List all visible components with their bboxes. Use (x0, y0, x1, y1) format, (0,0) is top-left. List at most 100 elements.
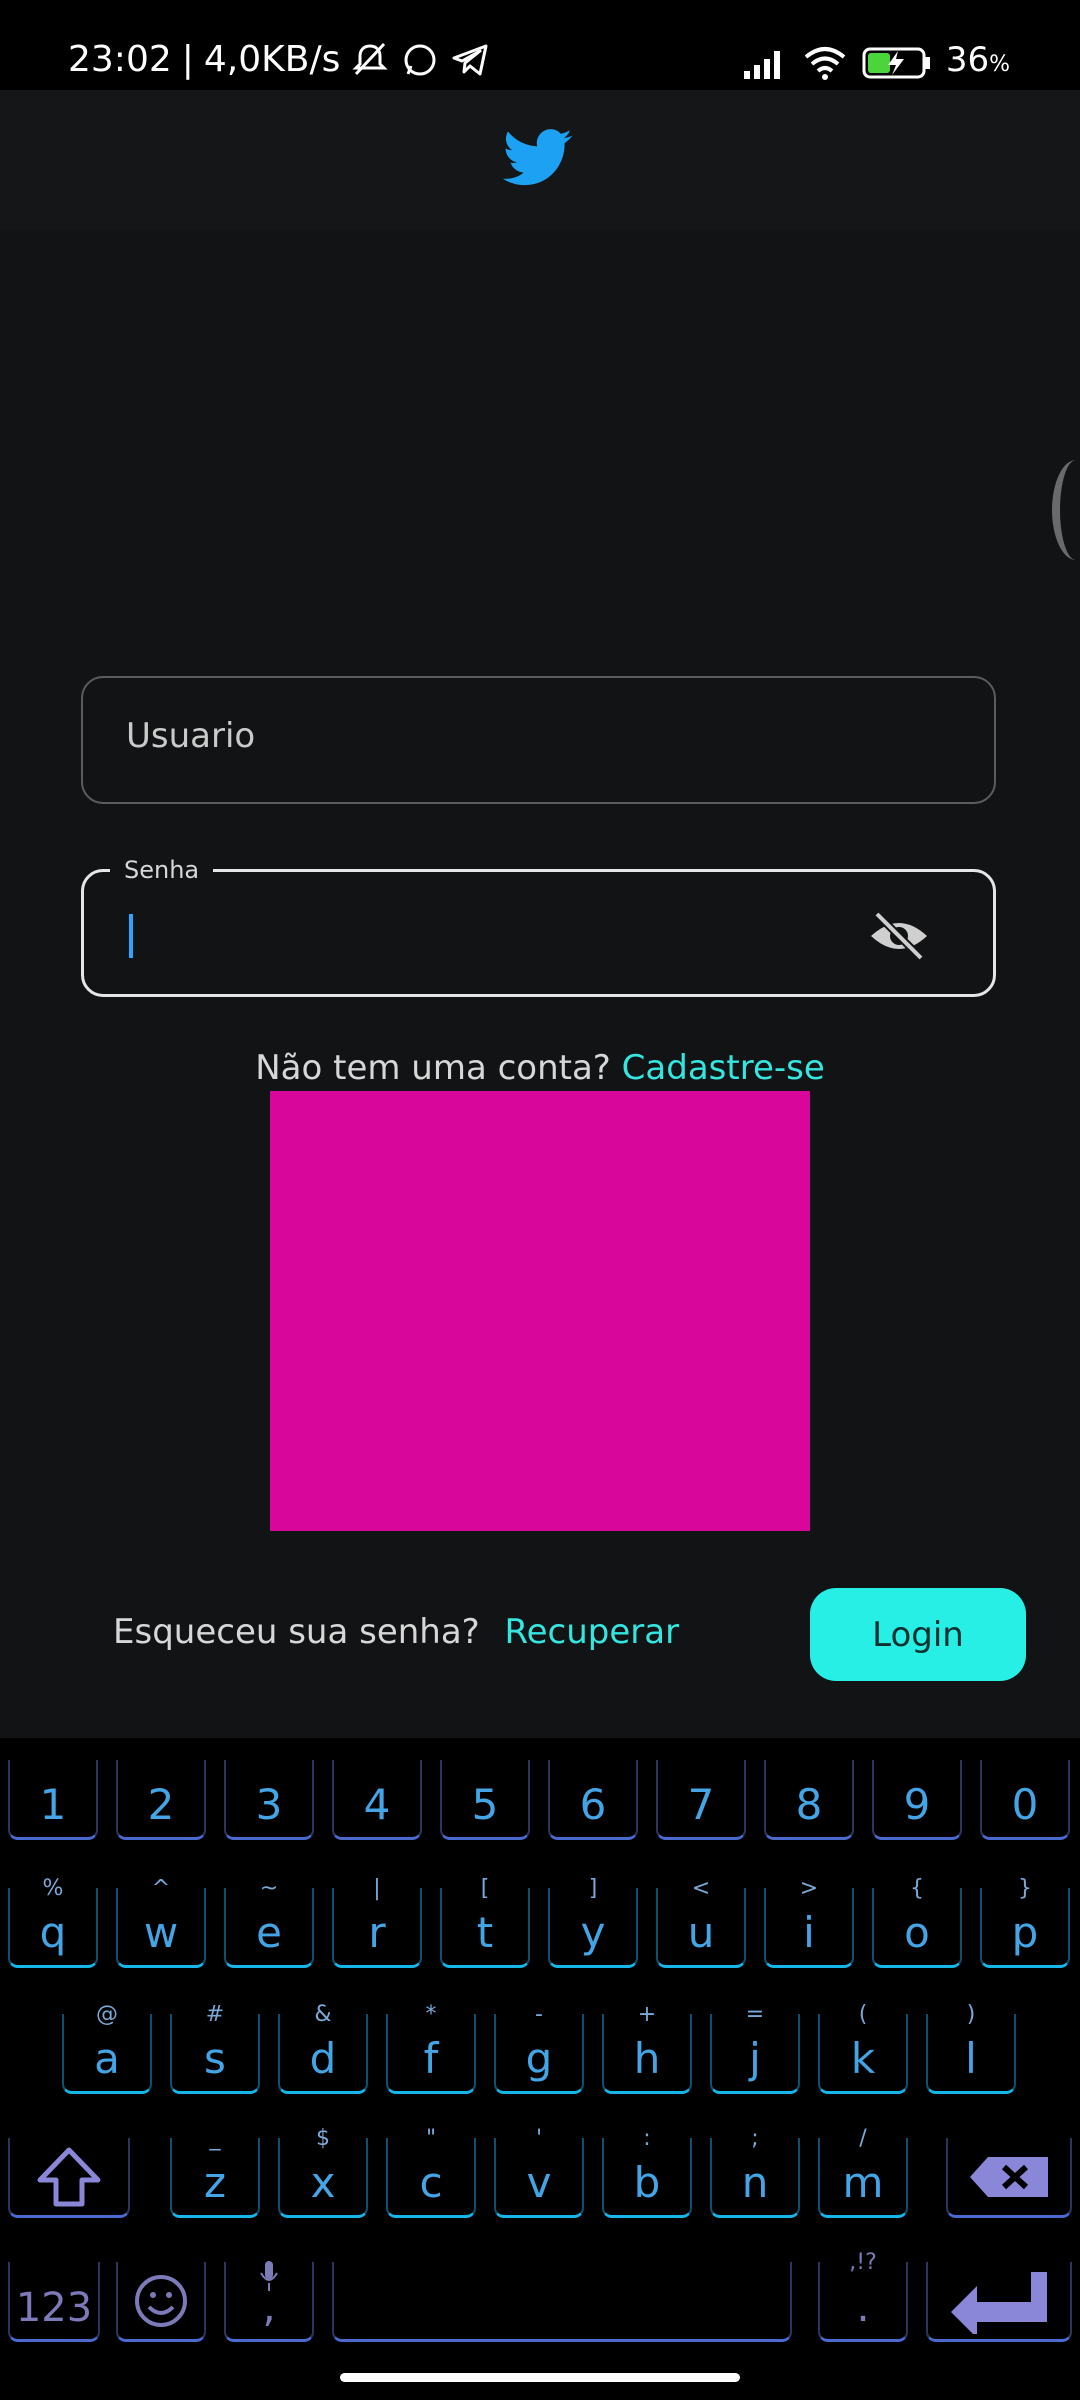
key-2[interactable]: 2 (116, 1760, 206, 1840)
key-3[interactable]: 3 (224, 1760, 314, 1840)
username-field[interactable]: Usuario (81, 676, 996, 804)
key-label: x (310, 2158, 336, 2207)
key-p[interactable]: } p (980, 1876, 1070, 1968)
key-label: w (143, 1908, 179, 1957)
username-placeholder: Usuario (126, 716, 256, 756)
enter-key[interactable] (926, 2262, 1072, 2342)
period-key[interactable]: ,!? . (818, 2250, 908, 2342)
key-8[interactable]: 8 (764, 1760, 854, 1840)
key-label: n (741, 2158, 769, 2207)
backspace-key[interactable] (946, 2138, 1072, 2218)
wifi-icon (804, 46, 846, 80)
key-sub: " (425, 2126, 437, 2151)
key-h[interactable]: + h (602, 2002, 692, 2094)
key-6[interactable]: 6 (548, 1760, 638, 1840)
symbols-key[interactable]: 123 (8, 2262, 100, 2342)
login-button[interactable]: Login (810, 1588, 1026, 1681)
key-label: f (423, 2034, 439, 2083)
eye-off-icon[interactable] (867, 910, 931, 962)
key-label: 5 (471, 1780, 499, 1829)
password-label: Senha (110, 856, 214, 884)
key-e[interactable]: ~ e (224, 1876, 314, 1968)
key-x[interactable]: $ x (278, 2126, 368, 2218)
key-label: 9 (903, 1780, 931, 1829)
key-5[interactable]: 5 (440, 1760, 530, 1840)
key-u[interactable]: < u (656, 1876, 746, 1968)
key-label: o (904, 1908, 930, 1957)
key-o[interactable]: {o (872, 1876, 962, 1968)
key-j[interactable]: = j (710, 2002, 800, 2094)
key-w[interactable]: ^ w (116, 1876, 206, 1968)
key-c[interactable]: " c (386, 2126, 476, 2218)
key-4[interactable]: 4 (332, 1760, 422, 1840)
signup-prompt: Não tem uma conta? (255, 1048, 611, 1088)
key-label: t (476, 1908, 494, 1957)
enter-icon (951, 2271, 1047, 2334)
text-cursor (129, 914, 133, 958)
key-7[interactable]: 7 (656, 1760, 746, 1840)
key-s[interactable]: # s (170, 2002, 260, 2094)
key-9[interactable]: 9 (872, 1760, 962, 1840)
key-sub: = (745, 2002, 765, 2027)
key-label: 3 (255, 1780, 283, 1829)
key-f[interactable]: * f (386, 2002, 476, 2094)
key-sub: [ (480, 1876, 490, 1901)
key-m[interactable]: / m (818, 2126, 908, 2218)
key-sub: * (425, 2002, 437, 2027)
key-r[interactable]: | r (332, 1876, 422, 1968)
key-sub: ] (588, 1876, 598, 1901)
key-sub: @ (96, 2002, 118, 2027)
edge-gesture-handle[interactable] (1052, 460, 1080, 560)
key-label: 0 (1011, 1780, 1039, 1829)
key-l[interactable]: ) l (926, 2002, 1016, 2094)
key-b[interactable]: :b (602, 2126, 692, 2218)
telegram-icon (452, 44, 488, 76)
status-separator: | (181, 39, 194, 80)
key-label: h (633, 2034, 661, 2083)
key-sub: / (859, 2126, 867, 2151)
battery-charging-icon (862, 47, 930, 78)
home-indicator[interactable] (340, 2373, 740, 2382)
key-n[interactable]: ; n (710, 2126, 800, 2218)
key-q[interactable]: % q (8, 1876, 98, 1968)
signal-icon (743, 50, 780, 79)
status-right: 36% (742, 36, 1010, 89)
status-left: 23:02 | 4,0KB/s (68, 36, 490, 84)
key-t[interactable]: [t (440, 1876, 530, 1968)
key-label: i (803, 1908, 815, 1957)
space-key[interactable] (332, 2262, 792, 2342)
comma-key[interactable]: , (224, 2261, 314, 2342)
key-g[interactable]: -g (494, 2002, 584, 2094)
key-sub: ,!? (849, 2250, 877, 2275)
signup-line: Não tem uma conta? Cadastre-se (0, 1048, 1080, 1088)
app-bar (0, 90, 1080, 230)
key-a[interactable]: @ a (62, 2002, 152, 2094)
key-label: s (204, 2034, 226, 2083)
key-v[interactable]: ' v (494, 2126, 584, 2218)
key-d[interactable]: & d (278, 2002, 368, 2094)
key-sub: ; (751, 2126, 759, 2151)
battery-value: 36 (945, 40, 990, 80)
key-sub: ^ (151, 1876, 171, 1901)
forgot-password-line: Esqueceu sua senha? Recuperar (113, 1612, 679, 1652)
signup-link[interactable]: Cadastre-se (622, 1048, 825, 1088)
status-time: 23:02 (68, 39, 172, 80)
key-0[interactable]: 0 (980, 1760, 1070, 1840)
key-z[interactable]: _ z (170, 2126, 260, 2218)
password-field[interactable]: Senha (81, 856, 996, 997)
status-bar: 23:02 | 4,0KB/s 36% (0, 0, 1080, 90)
twitter-bird-icon (503, 129, 572, 186)
recover-link[interactable]: Recuperar (505, 1612, 680, 1652)
key-label: . (856, 2282, 870, 2331)
emoji-key[interactable] (116, 2262, 206, 2342)
key-i[interactable]: > i (764, 1876, 854, 1968)
key-1[interactable]: 1 (8, 1760, 98, 1840)
key-k[interactable]: (k (818, 2002, 908, 2094)
key-label: , (262, 2282, 276, 2331)
key-sub: > (799, 1876, 819, 1901)
key-sub: _ (209, 2126, 221, 2151)
shift-key[interactable] (8, 2138, 130, 2218)
key-y[interactable]: ] y (548, 1876, 638, 1968)
key-label: y (580, 1908, 606, 1957)
key-label: k (850, 2034, 876, 2083)
